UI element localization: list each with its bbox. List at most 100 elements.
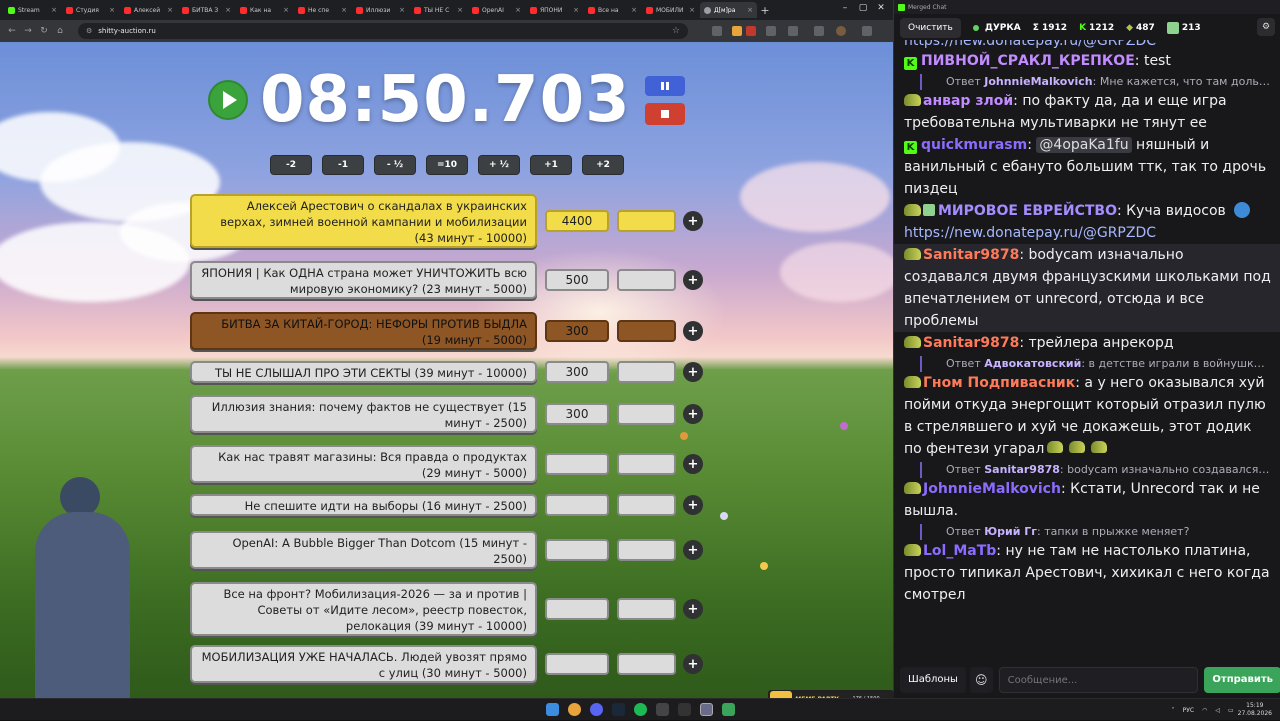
lot-title[interactable]: МОБИЛИЗАЦИЯ УЖЕ НАЧАЛАСЬ. Людей увозят п… (190, 645, 537, 683)
add-bid-button[interactable]: + (683, 495, 703, 515)
battery-icon[interactable]: ▭ (1228, 707, 1234, 714)
menu-icon[interactable] (862, 26, 872, 36)
tab-close-icon[interactable]: × (225, 6, 231, 14)
chat-username[interactable]: анвар злой (923, 93, 1013, 109)
maximize-icon[interactable]: ▢ (856, 3, 870, 13)
lot-bid-input[interactable] (617, 361, 676, 383)
clock[interactable]: 15:19 27.08.2026 (1238, 702, 1272, 718)
browser-tab[interactable]: Студия × (62, 2, 119, 18)
minimize-icon[interactable]: – (838, 3, 852, 13)
browser-tab[interactable]: Все на × (584, 2, 641, 18)
browser-tab[interactable]: Как на × (236, 2, 293, 18)
stop-button[interactable] (645, 103, 685, 125)
chat-username[interactable]: Sanitar9878 (923, 335, 1019, 351)
lot-title[interactable]: Все на фронт? Мобилизация-2026 — за и пр… (190, 582, 537, 636)
forward-icon[interactable]: → (20, 26, 36, 36)
reply-username[interactable]: Sanitar9878 (984, 463, 1060, 476)
tab-close-icon[interactable]: × (747, 6, 753, 14)
lot-title[interactable]: OpenAI: A Bubble Bigger Than Dotcom (15 … (190, 531, 537, 569)
close-window-icon[interactable]: ✕ (874, 3, 888, 13)
tab-close-icon[interactable]: × (167, 6, 173, 14)
active-app-icon[interactable] (700, 703, 713, 716)
time-adjust-button[interactable]: -2 (270, 155, 312, 175)
obs-icon[interactable] (656, 703, 669, 716)
reply-context[interactable]: Ответ JohnnieMalkovich: Мне кажется, что… (920, 74, 1271, 90)
tab-close-icon[interactable]: × (573, 6, 579, 14)
add-bid-button[interactable]: + (683, 321, 703, 341)
tab-close-icon[interactable]: × (283, 6, 289, 14)
extension-icon[interactable] (746, 26, 756, 36)
lot-bid-input[interactable] (617, 269, 676, 291)
extension-icon[interactable] (712, 26, 722, 36)
tab-close-icon[interactable]: × (399, 6, 405, 14)
play-button[interactable] (208, 80, 248, 120)
lot-bid-input[interactable] (617, 494, 676, 516)
chat-username[interactable]: ПИВНОЙ_СРАКЛ_КРЕПКОЕ (921, 53, 1135, 69)
chat-link[interactable]: https://new.donatepay.ru/@GRPZDC (904, 225, 1156, 241)
time-adjust-button[interactable]: +2 (582, 155, 624, 175)
browser-tab[interactable]: Д[м]ра × (700, 2, 757, 18)
browser-tab[interactable]: Алексей × (120, 2, 177, 18)
pause-button[interactable] (645, 76, 685, 96)
add-bid-button[interactable]: + (683, 404, 703, 424)
add-bid-button[interactable]: + (683, 362, 703, 382)
browser-tab[interactable]: Stream × (4, 2, 61, 18)
lot-bid-input[interactable] (617, 653, 676, 675)
language-indicator[interactable]: РУС (1183, 707, 1194, 714)
chat-username[interactable]: Sanitar9878 (923, 247, 1019, 263)
templates-button[interactable]: Шаблоны (900, 667, 966, 693)
lot-bid-input[interactable] (617, 403, 676, 425)
bookmark-star-icon[interactable]: ☆ (672, 26, 680, 36)
time-adjust-button[interactable]: -1 (322, 155, 364, 175)
chat-username[interactable]: JohnnieMalkovich (923, 481, 1061, 497)
add-bid-button[interactable]: + (683, 654, 703, 674)
extension-icon[interactable] (732, 26, 742, 36)
chat-username[interactable]: Lol_MaTb (923, 543, 996, 559)
add-bid-button[interactable]: + (683, 540, 703, 560)
windows-start-icon[interactable] (546, 703, 559, 716)
browser-tab[interactable]: Иллюзи × (352, 2, 409, 18)
reply-username[interactable]: Юрий Гг (984, 525, 1037, 538)
tab-close-icon[interactable]: × (515, 6, 521, 14)
discord-icon[interactable] (590, 703, 603, 716)
browser-tab[interactable]: БИТВА З × (178, 2, 235, 18)
steam-icon[interactable] (612, 703, 625, 716)
clear-chat-button[interactable]: Очистить (900, 18, 961, 38)
add-bid-button[interactable]: + (683, 270, 703, 290)
reply-context[interactable]: Ответ Адвокатовский: в детстве играли в … (920, 356, 1271, 372)
gear-icon[interactable]: ⚙ (1257, 18, 1275, 36)
browser-tab[interactable]: OpenAI × (468, 2, 525, 18)
chat-username[interactable]: Гном Подпивасник (923, 375, 1075, 391)
reply-username[interactable]: JohnnieMalkovich (984, 75, 1092, 88)
user-mention[interactable]: @4opaKa1fu (1036, 137, 1132, 153)
new-tab-icon[interactable]: + (758, 4, 772, 17)
tab-close-icon[interactable]: × (341, 6, 347, 14)
add-bid-button[interactable]: + (683, 454, 703, 474)
tab-close-icon[interactable]: × (689, 6, 695, 14)
wifi-icon[interactable]: ◠ (1202, 707, 1207, 714)
tab-close-icon[interactable]: × (457, 6, 463, 14)
chrome-icon[interactable] (568, 703, 581, 716)
lot-title[interactable]: Не спешите идти на выборы (16 минут - 25… (190, 494, 537, 516)
browser-tab[interactable]: ТЫ НЕ С × (410, 2, 467, 18)
tab-close-icon[interactable]: × (51, 6, 57, 14)
browser-tab[interactable]: ЯПОНИ × (526, 2, 583, 18)
download-icon[interactable] (814, 26, 824, 36)
chat-username[interactable]: quickmurasm (921, 137, 1027, 153)
time-adjust-button[interactable]: =10 (426, 155, 468, 175)
add-bid-button[interactable]: + (683, 211, 703, 231)
profile-avatar[interactable] (836, 26, 846, 36)
chat-log[interactable]: https://new.donatepay.ru/@GRPZDC K ПИВНОЙ… (894, 40, 1280, 662)
lot-title[interactable]: ТЫ НЕ СЛЫШАЛ ПРО ЭТИ СЕКТЫ (39 минут - 1… (190, 361, 537, 383)
chat-app-icon[interactable] (722, 703, 735, 716)
browser-tab[interactable]: Не спе × (294, 2, 351, 18)
reply-context[interactable]: Ответ Sanitar9878: bodycam изначально со… (920, 462, 1271, 478)
spotify-icon[interactable] (634, 703, 647, 716)
app-icon[interactable] (678, 703, 691, 716)
browser-tab[interactable]: МОБИЛИ × (642, 2, 699, 18)
lot-title[interactable]: Алексей Арестович о скандалах в украинск… (190, 194, 537, 248)
time-adjust-button[interactable]: +1 (530, 155, 572, 175)
reply-context[interactable]: Ответ Юрий Гг: тапки в прыжке меняет? (920, 524, 1271, 540)
lot-bid-input[interactable] (617, 598, 676, 620)
tab-close-icon[interactable]: × (109, 6, 115, 14)
